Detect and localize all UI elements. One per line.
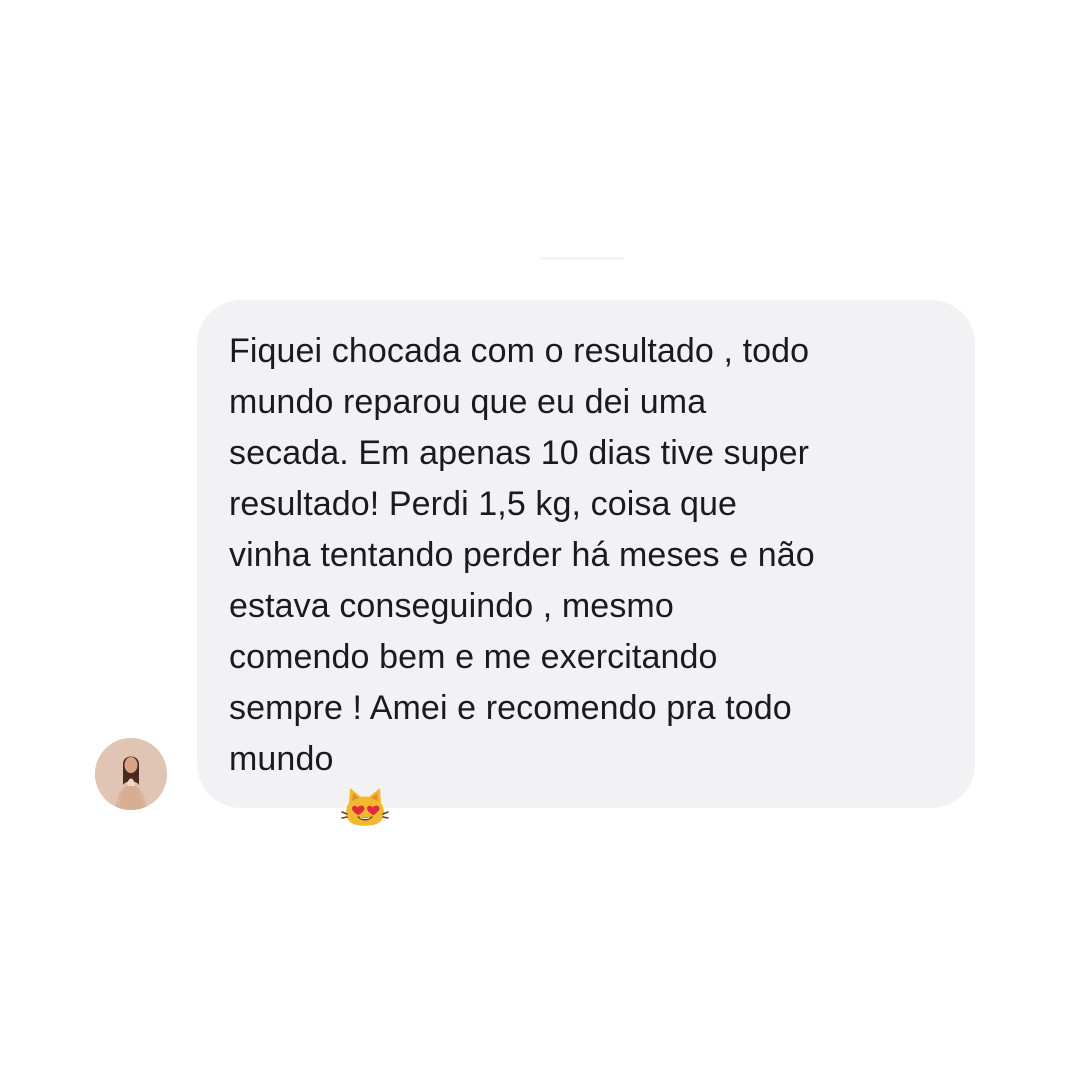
message-text: Fiquei chocada com o resultado , todo mu… [229, 326, 945, 826]
heart-eyes-cat-icon [341, 732, 390, 826]
message-row: Fiquei chocada com o resultado , todo mu… [0, 0, 1080, 1080]
message-bubble[interactable]: Fiquei chocada com o resultado , todo mu… [197, 300, 975, 826]
message-text-body: Fiquei chocada com o resultado , todo mu… [229, 332, 815, 778]
avatar-image [95, 738, 167, 810]
sender-avatar[interactable] [95, 738, 167, 810]
